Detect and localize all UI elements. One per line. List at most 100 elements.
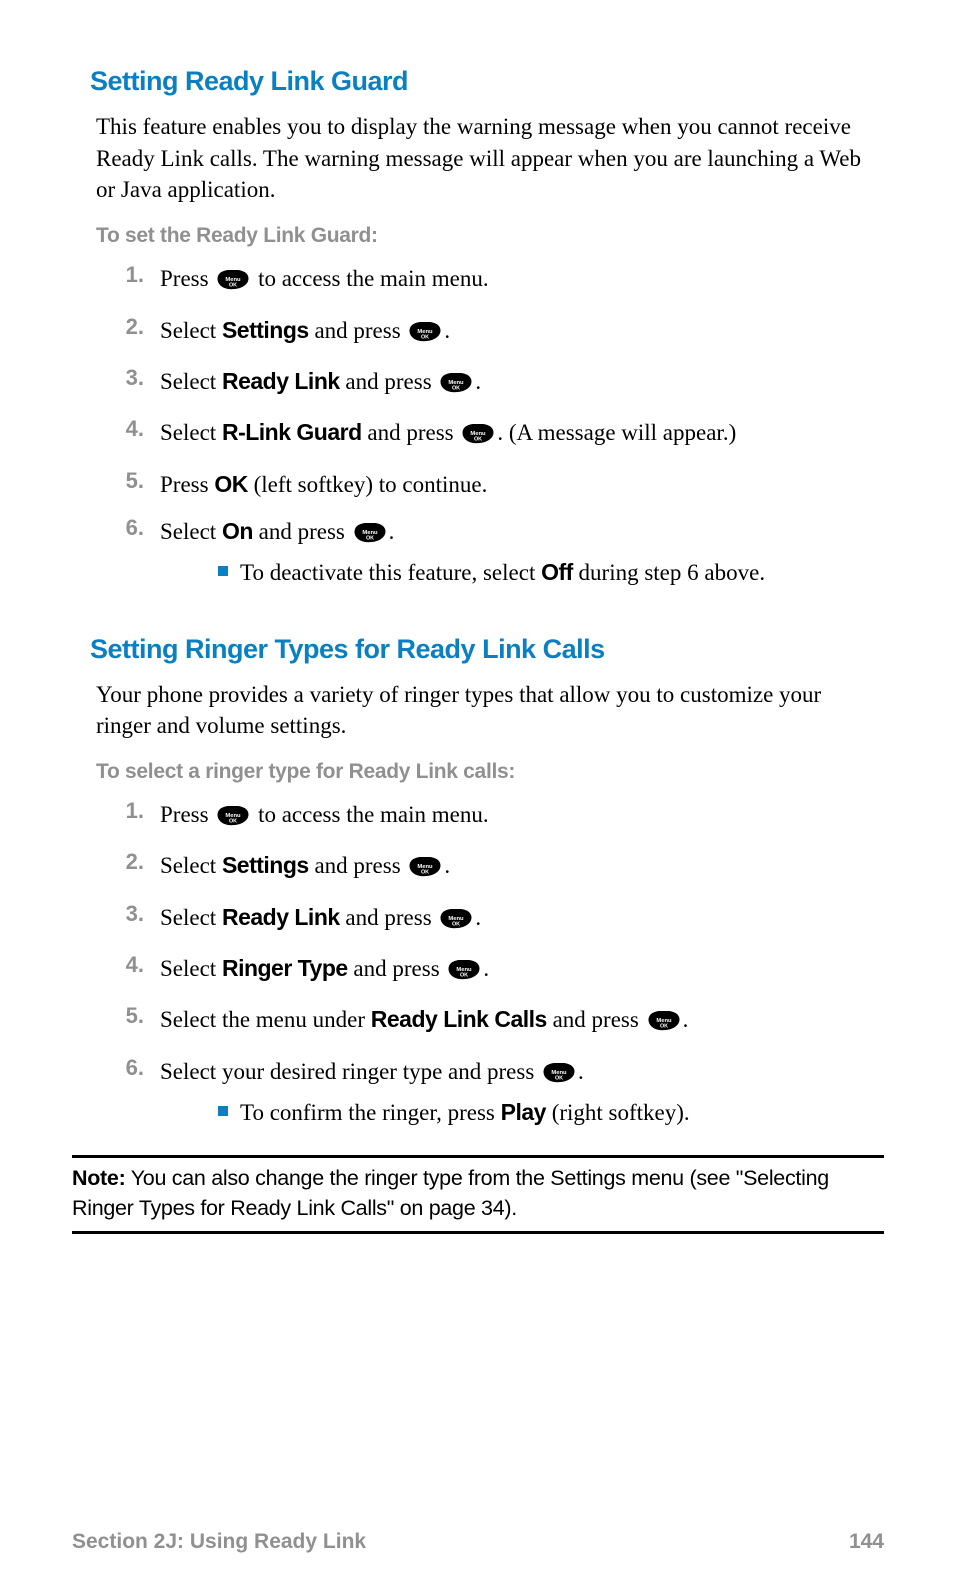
text-fragment: To deactivate this feature, select [240,560,541,585]
text-fragment: Select your desired ringer type and pres… [160,1059,540,1084]
document-page: Setting Ready Link Guard This feature en… [0,0,954,1590]
step-number: 2. [108,314,160,340]
bold-term: Ready Link Calls [371,1006,547,1032]
text-fragment: . [475,905,481,930]
bold-term: Off [541,559,573,585]
subhead-select-ringer: To select a ringer type for Ready Link c… [96,760,878,784]
text-fragment: . [389,519,395,544]
step-number: 4. [108,416,160,442]
bold-term: Settings [222,852,309,878]
step-item: 3. Select Ready Link and press . [108,901,884,938]
step-item: 2. Select Settings and press . [108,849,884,886]
step-text: Press OK (left softkey) to continue. [160,468,884,501]
text-fragment: and press [309,318,407,343]
step-text: Press to access the main menu. [160,798,884,835]
menu-ok-icon [216,802,250,835]
bold-term: Ready Link [222,904,340,930]
step-number: 1. [108,262,160,288]
step-number: 3. [108,365,160,391]
text-fragment: . [475,369,481,394]
text-fragment: To confirm the ringer, press [240,1100,501,1125]
step-number: 1. [108,798,160,824]
text-fragment: and press [309,853,407,878]
text-fragment: Select the menu under [160,1007,371,1032]
menu-ok-icon [408,853,442,886]
text-fragment: Select [160,369,222,394]
text-fragment: Select [160,318,222,343]
subhead-set-guard: To set the Ready Link Guard: [96,224,878,248]
menu-ok-icon [647,1007,681,1040]
text-fragment: . [578,1059,584,1084]
step-item: 1. Press to access the main menu. [108,262,884,299]
step-number: 2. [108,849,160,875]
heading-ready-link-guard: Setting Ready Link Guard [90,66,884,97]
text-fragment: (right softkey). [546,1100,690,1125]
note-text: You can also change the ringer type from… [72,1166,829,1219]
text-fragment: . [444,853,450,878]
sub-bullet-text: To confirm the ringer, press Play (right… [240,1096,690,1129]
step-item: 1. Press to access the main menu. [108,798,884,835]
text-fragment: and press [348,956,446,981]
bold-term: R-Link Guard [222,419,362,445]
step-text: Select Ready Link and press . [160,901,884,938]
sub-bullet-list: To confirm the ringer, press Play (right… [218,1096,884,1129]
page-footer: Section 2J: Using Ready Link 144 [72,1530,884,1554]
step-text: Select R-Link Guard and press . (A messa… [160,416,884,453]
footer-section-title: Section 2J: Using Ready Link [72,1530,366,1554]
step-item: 5. Press OK (left softkey) to continue. [108,468,884,501]
step-text: Select Settings and press . [160,849,884,886]
step-text: Select Ringer Type and press . [160,952,884,989]
step-text: Press to access the main menu. [160,262,884,299]
text-fragment: Select [160,956,222,981]
menu-ok-icon [447,956,481,989]
sub-bullet-item: To deactivate this feature, select Off d… [218,556,884,589]
step-item: 4. Select R-Link Guard and press . (A me… [108,416,884,453]
step-number: 3. [108,901,160,927]
step-item: 4. Select Ringer Type and press . [108,952,884,989]
text-fragment: . [444,318,450,343]
menu-ok-icon [461,420,495,453]
text-fragment: . (A message will appear.) [497,420,736,445]
text-fragment: to access the main menu. [252,802,488,827]
step-text: Select Ready Link and press . [160,365,884,402]
text-fragment: and press [340,369,438,394]
square-bullet-icon [218,566,228,576]
sub-bullet-list: To deactivate this feature, select Off d… [218,556,884,589]
text-fragment: and press [547,1007,645,1032]
menu-ok-icon [353,519,387,552]
text-fragment: . [683,1007,689,1032]
step-text: Select your desired ringer type and pres… [160,1055,884,1142]
intro-paragraph: Your phone provides a variety of ringer … [96,679,878,742]
step-number: 6. [108,1055,160,1081]
steps-list-ringer: 1. Press to access the main menu. 2. Sel… [90,798,884,1141]
step-text: Select On and press . To deactivate this… [160,515,884,602]
text-fragment: . [483,956,489,981]
text-fragment: to access the main menu. [252,266,488,291]
bold-term: Play [501,1099,546,1125]
text-fragment: Press [160,266,214,291]
heading-ringer-types: Setting Ringer Types for Ready Link Call… [90,634,884,665]
text-fragment: Select [160,519,222,544]
sub-bullet-item: To confirm the ringer, press Play (right… [218,1096,884,1129]
step-text: Select Settings and press . [160,314,884,351]
text-fragment: Select [160,853,222,878]
menu-ok-icon [408,318,442,351]
steps-list-guard: 1. Press to access the main menu. 2. Sel… [90,262,884,601]
menu-ok-icon [439,905,473,938]
footer-page-number: 144 [849,1530,884,1554]
text-fragment: (left softkey) to continue. [248,472,488,497]
text-fragment: and press [253,519,351,544]
step-item: 5. Select the menu under Ready Link Call… [108,1003,884,1040]
intro-paragraph: This feature enables you to display the … [96,111,878,206]
menu-ok-icon [216,266,250,299]
text-fragment: and press [340,905,438,930]
bold-term: Ready Link [222,368,340,394]
step-item: 2. Select Settings and press . [108,314,884,351]
step-number: 6. [108,515,160,541]
bold-term: Settings [222,317,309,343]
text-fragment: Select [160,905,222,930]
note-box: Note: You can also change the ringer typ… [72,1155,884,1233]
bold-term: On [222,518,253,544]
text-fragment: and press [362,420,460,445]
menu-ok-icon [542,1059,576,1092]
